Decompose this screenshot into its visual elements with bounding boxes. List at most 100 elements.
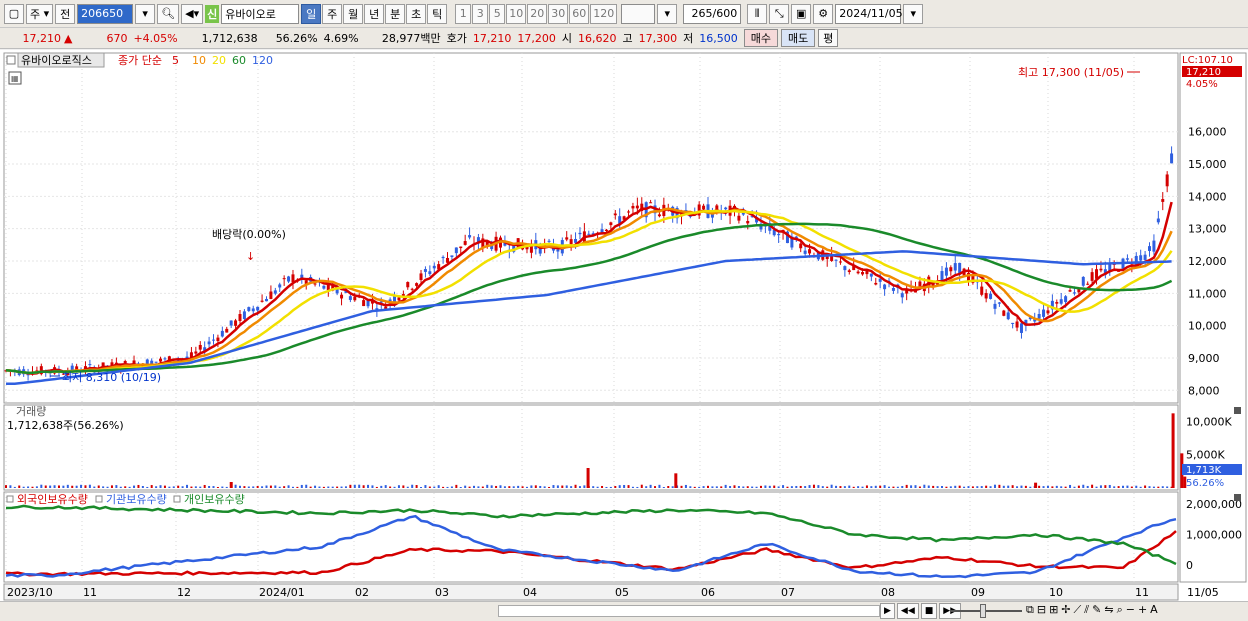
scroll-right-icon[interactable]: ▶ xyxy=(880,603,895,619)
volume-bar xyxy=(724,484,727,488)
current-price: 17,210 xyxy=(22,31,62,45)
gear-icon[interactable]: ⚙ xyxy=(813,3,834,24)
crosshair-icon[interactable]: ✢ xyxy=(1061,603,1070,617)
volume-bar xyxy=(194,486,197,488)
volume-bar xyxy=(1113,486,1116,488)
candle-body xyxy=(746,220,750,224)
timeframe-0[interactable]: 일 xyxy=(301,3,322,24)
volume-bar xyxy=(44,485,47,488)
line-tool-icon[interactable]: ⟋ xyxy=(1074,603,1082,617)
volume-bar xyxy=(340,486,343,488)
volume-bar xyxy=(1161,486,1164,488)
candle-body xyxy=(348,296,352,300)
volume-bar xyxy=(662,486,665,488)
interval-3[interactable]: 3 xyxy=(472,3,489,24)
zoom-slider[interactable] xyxy=(950,610,1022,612)
timeframe-6[interactable]: 틱 xyxy=(427,3,448,24)
copy-icon[interactable]: ⧉ xyxy=(1026,603,1034,617)
volume-bar xyxy=(910,485,913,488)
stock-code-input[interactable]: 206650 xyxy=(77,3,134,24)
price-pane-icon[interactable] xyxy=(6,55,16,65)
volume-bar xyxy=(548,486,551,488)
holdings-legend-marker[interactable] xyxy=(95,495,103,503)
date-input[interactable]: 2024/11/05 xyxy=(835,3,903,24)
interval-5[interactable]: 5 xyxy=(489,3,506,24)
bid-price: 17,200 xyxy=(517,31,556,45)
volume-pane-close-icon[interactable] xyxy=(1234,407,1241,414)
volume-bar xyxy=(221,486,224,488)
candle-body xyxy=(459,246,463,249)
zoom-slider-handle[interactable] xyxy=(980,604,986,618)
timeframe-1[interactable]: 주 xyxy=(322,3,343,24)
timeframe-2[interactable]: 월 xyxy=(343,3,364,24)
volume-bar xyxy=(278,486,281,488)
price-y-tick: 12,000 xyxy=(1188,255,1227,268)
candle-body xyxy=(242,311,246,320)
volume-bar xyxy=(1002,485,1005,488)
holdings-legend-marker[interactable] xyxy=(173,495,181,503)
timeframe-5[interactable]: 초 xyxy=(406,3,427,24)
stock-name-field[interactable]: 유바이오로 xyxy=(221,3,300,24)
drawing-tool-icon[interactable]: ⤡ xyxy=(769,3,790,24)
volume-bar xyxy=(614,485,617,488)
interval-1[interactable]: 1 xyxy=(455,3,472,24)
candle-body xyxy=(578,232,582,235)
interval-dropdown-icon[interactable]: ▾ xyxy=(657,3,678,24)
timeframe-4[interactable]: 분 xyxy=(385,3,406,24)
rewind-icon[interactable]: ◀◀ xyxy=(896,603,919,619)
volume-bar xyxy=(729,486,732,488)
interval-120[interactable]: 120 xyxy=(590,3,618,24)
trend-icon[interactable]: ⫽ xyxy=(1084,603,1089,617)
window-menu-icon[interactable]: ▢ xyxy=(4,3,24,24)
volume-bar xyxy=(786,486,789,488)
interval-10[interactable]: 10 xyxy=(506,3,527,24)
compare-icon[interactable]: ⇋ xyxy=(1104,603,1113,617)
volume-bar xyxy=(830,484,833,488)
code-dropdown-icon[interactable]: ▾ xyxy=(135,3,156,24)
buy-button[interactable]: 매수 xyxy=(743,29,778,47)
magnifier-icon[interactable]: ⌕ xyxy=(1117,603,1123,617)
date-dropdown-icon[interactable]: ▾ xyxy=(903,3,924,24)
chart-scrollbar[interactable] xyxy=(498,605,880,617)
period-type-label: 주 xyxy=(30,7,41,21)
high-annotation: 최고 17,300 (11/05) xyxy=(1018,66,1124,79)
candle-body xyxy=(1156,218,1160,223)
volume-bar xyxy=(826,486,829,488)
candle-body xyxy=(260,300,264,302)
layout-icon[interactable]: ⊟ xyxy=(1037,603,1046,617)
bar-count-field[interactable]: 265/600 xyxy=(683,3,742,24)
volume-bar xyxy=(578,486,581,488)
draw-tool-icon[interactable]: ✎ xyxy=(1092,603,1101,617)
grid-icon[interactable]: ⊞ xyxy=(1049,603,1058,617)
zoom-in-icon[interactable]: + xyxy=(1138,603,1147,617)
eval-button[interactable]: 평 xyxy=(818,29,839,47)
volume-bar xyxy=(358,484,361,488)
timeframe-3[interactable]: 년 xyxy=(364,3,385,24)
volume-bar xyxy=(124,486,127,488)
volume-bar xyxy=(1148,486,1151,488)
interval-20[interactable]: 20 xyxy=(527,3,548,24)
quote-bar: 17,210 ▲ 670 +4.05% 1,712,638 56.26% 4.6… xyxy=(0,28,1248,49)
save-icon[interactable]: ▣ xyxy=(791,3,812,24)
candle-body xyxy=(446,257,450,263)
holdings-legend-marker[interactable] xyxy=(6,495,14,503)
volume-bar xyxy=(57,485,60,488)
candle-type-icon[interactable]: ⫴ xyxy=(747,3,768,24)
sell-button[interactable]: 매도 xyxy=(780,29,816,47)
volume-bar xyxy=(146,486,149,488)
volume-value: 1,712,638 xyxy=(201,31,258,45)
holdings-pane-close-icon[interactable] xyxy=(1234,494,1241,501)
custom-interval-input[interactable] xyxy=(621,3,656,24)
zoom-out-icon[interactable]: − xyxy=(1126,603,1135,617)
auto-scale-icon[interactable]: A xyxy=(1150,603,1158,617)
candle-body xyxy=(273,290,277,294)
interval-30[interactable]: 30 xyxy=(548,3,569,24)
stock-chart[interactable]: 16,000 15,000 14,000 13,000 12,000 11,000 10,0… xyxy=(0,50,1248,601)
stop-icon[interactable]: ■ xyxy=(920,603,938,619)
volume-bar xyxy=(415,485,418,488)
period-type-select[interactable]: 주 ▾ xyxy=(26,3,54,24)
prev-button[interactable]: 전 xyxy=(55,3,76,24)
search-icon[interactable]: 🔍︎ xyxy=(157,3,180,24)
speaker-icon[interactable]: ◀▾ xyxy=(181,3,204,24)
interval-60[interactable]: 60 xyxy=(569,3,590,24)
